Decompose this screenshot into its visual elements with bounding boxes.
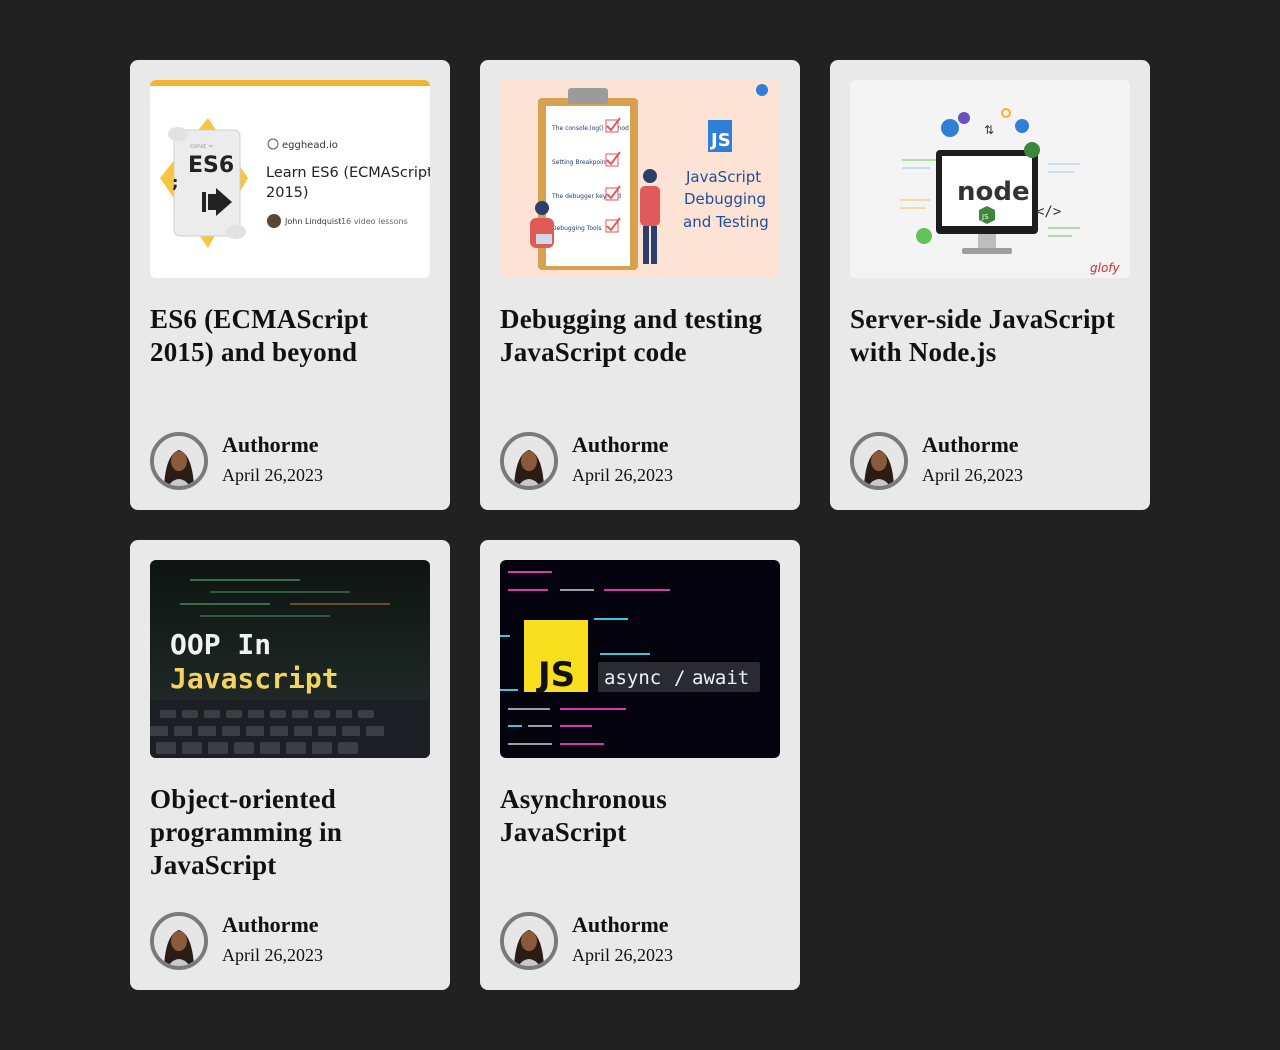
svg-text:const =: const = [190, 143, 213, 150]
node-logo-text: node [957, 177, 1030, 207]
debug-title-line1: JavaScript [685, 168, 761, 186]
course-heading-line2: 2015) [266, 185, 309, 201]
svg-text:;: ; [172, 173, 178, 192]
card-title[interactable]: Debugging and testing JavaScript code [500, 303, 780, 369]
debugging-course-image: The console.log() method Setting Breakpo… [500, 80, 780, 278]
card-thumbnail[interactable]: OOP In Javascript [150, 560, 430, 758]
avatar [150, 432, 208, 490]
card-author: Authorme April 26,2023 [500, 432, 673, 490]
avatar [850, 432, 908, 490]
glofy-brand: glofy [1090, 261, 1121, 275]
blog-card[interactable]: The console.log() method Setting Breakpo… [480, 60, 800, 510]
es6-badge-text: ES6 [188, 153, 234, 178]
card-title[interactable]: Object-oriented programming in JavaScrip… [150, 783, 430, 882]
author-avatar-image [854, 436, 904, 486]
card-title[interactable]: Server-side JavaScript with Node.js [850, 303, 1130, 369]
svg-text:</>: </> [1036, 204, 1061, 220]
author-avatar-image [154, 436, 204, 486]
avatar [500, 912, 558, 970]
card-thumbnail[interactable]: The console.log() method Setting Breakpo… [500, 80, 780, 278]
lesson-count: 16 video lessons [341, 217, 408, 226]
avatar [150, 912, 208, 970]
card-author: Authorme April 26,2023 [500, 912, 673, 970]
author-avatar-image [154, 916, 204, 966]
author-name[interactable]: Authorme [572, 432, 673, 458]
author-name[interactable]: Authorme [922, 432, 1023, 458]
publish-date: April 26,2023 [222, 465, 323, 485]
node-js-badge: JS [981, 213, 989, 221]
course-heading-line1: Learn ES6 (ECMAScript [266, 165, 430, 181]
card-title[interactable]: Asynchronous JavaScript [500, 783, 780, 849]
publish-date: April 26,2023 [572, 465, 673, 485]
js-badge: JS [709, 130, 731, 151]
author-avatar-image [504, 436, 554, 486]
oop-course-image: OOP In Javascript [150, 560, 430, 758]
async-separator: / [674, 667, 685, 689]
blog-card[interactable]: JS async / await Asynchronous JavaScript… [480, 540, 800, 990]
card-title[interactable]: ES6 (ECMAScript 2015) and beyond [150, 303, 430, 369]
publish-date: April 26,2023 [922, 465, 1023, 485]
card-thumbnail[interactable]: node JS ⇅ </> glofy [850, 80, 1130, 278]
publish-date: April 26,2023 [222, 945, 323, 965]
instructor-name: John Lindquist [284, 217, 341, 226]
avatar [500, 432, 558, 490]
async-course-image: JS async / await [500, 560, 780, 758]
publish-date: April 26,2023 [572, 945, 673, 965]
author-name[interactable]: Authorme [222, 912, 323, 938]
blog-card[interactable]: const = ES6 ; egghead.io Learn ES6 (ECMA… [130, 60, 450, 510]
nodejs-course-image: node JS ⇅ </> glofy [850, 80, 1130, 278]
author-name[interactable]: Authorme [572, 912, 673, 938]
debug-item-2: Setting Breakpoints [552, 159, 611, 166]
card-thumbnail[interactable]: JS async / await [500, 560, 780, 758]
oop-title-line1: OOP In [170, 628, 271, 661]
debug-item-4: Debugging Tools [552, 225, 602, 232]
debug-title-line3: and Testing [683, 213, 769, 231]
card-author: Authorme April 26,2023 [150, 912, 323, 970]
await-word: await [692, 667, 749, 689]
blog-card[interactable]: node JS ⇅ </> glofy Server-side JavaScri… [830, 60, 1150, 510]
card-author: Authorme April 26,2023 [850, 432, 1023, 490]
oop-title-line2: Javascript [170, 662, 339, 695]
blog-card-grid: const = ES6 ; egghead.io Learn ES6 (ECMA… [130, 60, 1150, 990]
blog-card[interactable]: OOP In Javascript Object-oriented progra… [130, 540, 450, 990]
es6-course-image: const = ES6 ; egghead.io Learn ES6 (ECMA… [150, 80, 430, 278]
js-logo: JS [536, 655, 575, 695]
svg-text:⇅: ⇅ [984, 123, 994, 137]
egghead-brand: egghead.io [282, 140, 338, 151]
card-thumbnail[interactable]: const = ES6 ; egghead.io Learn ES6 (ECMA… [150, 80, 430, 278]
card-author: Authorme April 26,2023 [150, 432, 323, 490]
author-name[interactable]: Authorme [222, 432, 323, 458]
author-avatar-image [504, 916, 554, 966]
async-word: async [604, 667, 661, 689]
debug-title-line2: Debugging [684, 190, 766, 208]
